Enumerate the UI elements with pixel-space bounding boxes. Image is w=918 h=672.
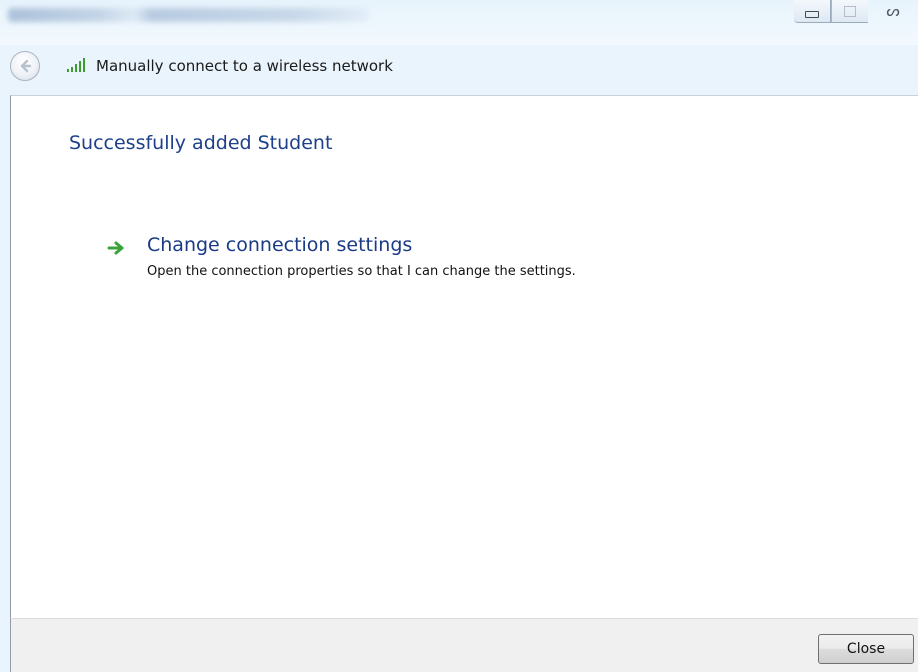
window-controls: ᔕ (794, 0, 918, 24)
change-connection-settings-link[interactable]: Change connection settings Open the conn… (107, 234, 807, 284)
option-title[interactable]: Change connection settings (147, 234, 412, 256)
close-button[interactable]: Close (818, 634, 914, 664)
wizard-title: Manually connect to a wireless network (96, 57, 393, 75)
back-arrow-icon (20, 59, 32, 73)
minimize-button[interactable] (794, 0, 831, 23)
maximize-icon (844, 5, 856, 17)
page-heading: Successfully added Student (69, 132, 333, 154)
window-titlebar: ᔕ (0, 0, 918, 45)
green-arrow-icon (107, 241, 124, 255)
close-x-icon: ᔕ (886, 2, 900, 20)
navigation-row: Manually connect to a wireless network (0, 50, 918, 88)
back-button[interactable] (10, 51, 40, 81)
blurred-breadcrumb (8, 8, 368, 22)
wizard-footer: Close (10, 618, 918, 672)
maximize-button[interactable] (831, 0, 868, 23)
option-description: Open the connection properties so that I… (147, 264, 576, 279)
minimize-icon (805, 10, 819, 18)
wizard-content: Successfully added Student Change connec… (10, 95, 918, 618)
wireless-signal-icon (67, 58, 85, 72)
window-close-button[interactable]: ᔕ (868, 0, 918, 22)
